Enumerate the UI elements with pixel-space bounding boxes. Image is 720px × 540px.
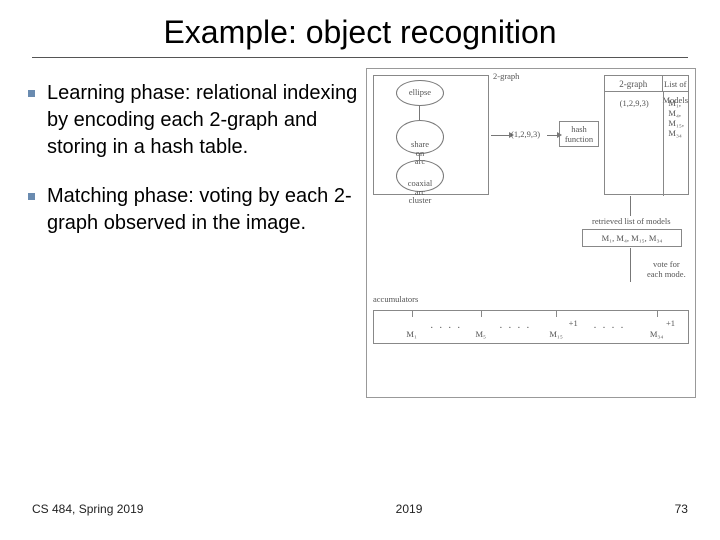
models-row-value: M₁, M₄, M₁₅, M₃₄ — [664, 92, 688, 196]
accum-mark: M₃₄ — [650, 329, 664, 339]
diagram: ellipse share on arc coaxial arc cluster… — [366, 68, 696, 398]
models-row-key: (1,2,9,3) — [605, 92, 664, 196]
models-header-left: 2-graph — [605, 76, 663, 91]
graph-edge — [419, 106, 420, 120]
dots-icon: . . . . — [594, 320, 626, 331]
retrieved-caption: retrieved list of models — [592, 216, 671, 226]
dots-icon: . . . . — [431, 320, 463, 331]
accumulators-label: accumulators — [373, 294, 418, 304]
plus-one: +1 — [666, 318, 675, 328]
footer-left: CS 484, Spring 2019 — [32, 502, 143, 516]
slide-footer: CS 484, Spring 2019 2019 73 — [0, 502, 720, 516]
tick-icon — [556, 311, 557, 317]
two-graph-box: ellipse share on arc coaxial arc cluster — [373, 75, 489, 195]
dots-icon: . . . . — [500, 320, 532, 331]
graph-edge — [419, 154, 420, 161]
node-ellipse: ellipse — [396, 80, 444, 106]
models-header: 2-graph List of Models — [605, 76, 688, 92]
node-label: ellipse — [397, 88, 443, 97]
node-share-arc: share on arc — [396, 120, 444, 154]
accumulators-axis: M₁ . . . . M₅ . . . . M₁₅ +1 . . . . M₃₄… — [373, 310, 689, 344]
slide-body: Learning phase: relational indexing by e… — [0, 68, 720, 398]
bullet-text: Learning phase: relational indexing by e… — [47, 80, 358, 161]
vote-caption: vote for each mode. — [647, 259, 686, 279]
hash-function-box: hash function — [559, 121, 599, 147]
bullet-icon — [28, 193, 35, 200]
bullet-text: Matching phase: voting by each 2-graph o… — [47, 183, 358, 237]
arrow-down-icon — [630, 196, 631, 216]
arrow-down-icon — [630, 248, 631, 282]
node-coaxial: coaxial arc cluster — [396, 160, 444, 192]
accum-mark: M₅ — [475, 329, 486, 339]
accum-mark: M₁ — [406, 329, 417, 339]
title-rule — [32, 57, 688, 58]
arrow-icon — [491, 135, 509, 136]
footer-center: 2019 — [396, 502, 423, 516]
node-label: coaxial arc cluster — [397, 179, 443, 205]
arrow-icon — [547, 135, 557, 136]
tuple-in: (1,2,9,3) — [511, 129, 540, 139]
plus-one: +1 — [569, 318, 578, 328]
two-graph-caption: 2-graph — [493, 71, 519, 81]
accum-mark: M₁₅ — [549, 329, 563, 339]
tick-icon — [481, 311, 482, 317]
bullet-item: Matching phase: voting by each 2-graph o… — [28, 183, 358, 237]
models-header-right: List of Models — [663, 76, 689, 91]
bullet-item: Learning phase: relational indexing by e… — [28, 80, 358, 161]
text-column: Learning phase: relational indexing by e… — [28, 68, 358, 398]
retrieved-box: M₁, M₄, M₁₅, M₃₄ — [582, 229, 682, 247]
footer-right: 73 — [675, 502, 688, 516]
slide-title: Example: object recognition — [0, 0, 720, 57]
models-table: 2-graph List of Models (1,2,9,3) M₁, M₄,… — [604, 75, 689, 195]
bullet-icon — [28, 90, 35, 97]
tick-icon — [412, 311, 413, 317]
models-row: (1,2,9,3) M₁, M₄, M₁₅, M₃₄ — [605, 92, 688, 196]
tick-icon — [657, 311, 658, 317]
